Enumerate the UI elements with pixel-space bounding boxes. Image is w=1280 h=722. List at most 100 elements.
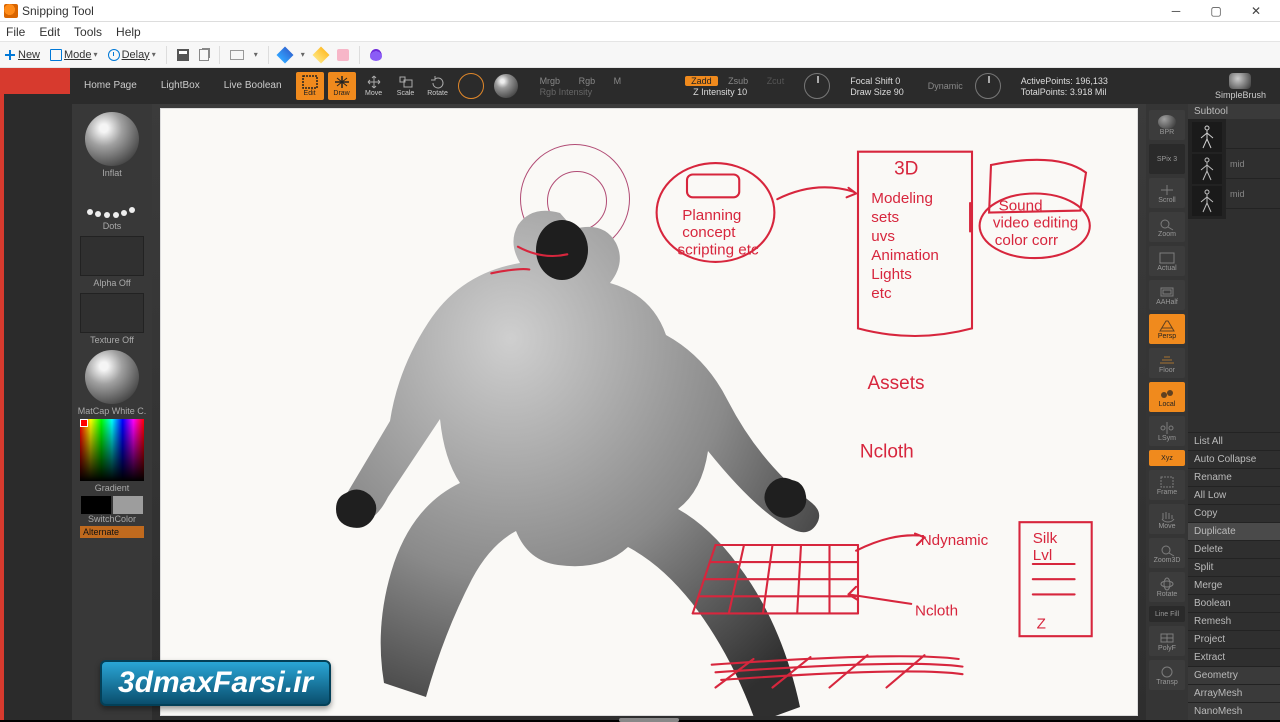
m-toggle[interactable]: M: [606, 76, 630, 86]
chevron-down-icon: ▾: [152, 50, 156, 59]
subtool-row[interactable]: [1226, 119, 1280, 149]
subtool-thumb[interactable]: [1192, 186, 1222, 216]
delete-button[interactable]: Delete: [1188, 540, 1280, 558]
texture-slot[interactable]: Texture Off: [76, 289, 148, 345]
project-button[interactable]: Project: [1188, 630, 1280, 648]
xyz-button[interactable]: Xyz: [1149, 450, 1185, 466]
spix-button[interactable]: SPix 3: [1149, 144, 1185, 174]
canvas-scroll-handle[interactable]: [619, 718, 679, 722]
separator: [166, 46, 167, 64]
subtool-header[interactable]: Subtool: [1188, 104, 1280, 119]
edit-mode-button[interactable]: Edit: [296, 72, 324, 100]
subtool-thumb[interactable]: [1192, 154, 1222, 184]
brush-thumb-icon[interactable]: [1229, 73, 1251, 89]
zadd-toggle[interactable]: Zadd: [685, 76, 718, 86]
floor-button[interactable]: Floor: [1149, 348, 1185, 378]
mrgb-toggle[interactable]: Mrgb: [532, 76, 569, 86]
delay-dropdown[interactable]: Delay ▾: [108, 49, 156, 61]
subtool-thumb[interactable]: [1192, 122, 1222, 152]
pen-icon[interactable]: [276, 46, 293, 63]
actual-button[interactable]: Actual: [1149, 246, 1185, 276]
frame-button[interactable]: Frame: [1149, 470, 1185, 500]
persp-button[interactable]: Persp: [1149, 314, 1185, 344]
alpha-slot[interactable]: Alpha Off: [76, 232, 148, 288]
split-button[interactable]: Split: [1188, 558, 1280, 576]
gizmo-round-icon[interactable]: [458, 73, 484, 99]
live-boolean-button[interactable]: Live Boolean: [212, 68, 294, 104]
merge-button[interactable]: Merge: [1188, 576, 1280, 594]
zcut-toggle[interactable]: Zcut: [759, 76, 793, 86]
close-button[interactable]: ✕: [1236, 0, 1276, 22]
switch-color[interactable]: SwitchColor: [76, 494, 148, 524]
local-button[interactable]: Local: [1149, 382, 1185, 412]
home-page-button[interactable]: Home Page: [72, 68, 149, 104]
copy-button[interactable]: Copy: [1188, 504, 1280, 522]
window-title: Snipping Tool: [22, 4, 94, 18]
polyf-button[interactable]: PolyF: [1149, 626, 1185, 656]
rename-button[interactable]: Rename: [1188, 468, 1280, 486]
minimize-button[interactable]: ─: [1156, 0, 1196, 22]
color-drop-icon[interactable]: [370, 49, 382, 61]
separator: [359, 46, 360, 64]
focal-dial-icon[interactable]: [804, 73, 830, 99]
svg-text:sets: sets: [871, 209, 899, 226]
all-low-button[interactable]: All Low: [1188, 486, 1280, 504]
lsym-button[interactable]: LSym: [1149, 416, 1185, 446]
brush-slot[interactable]: Inflat: [76, 108, 148, 178]
arraymesh-section[interactable]: ArrayMesh: [1188, 684, 1280, 702]
highlighter-icon[interactable]: [312, 46, 329, 63]
list-all-button[interactable]: List All: [1188, 432, 1280, 450]
color-picker[interactable]: Gradient: [76, 417, 148, 493]
dynamic-toggle[interactable]: Dynamic: [920, 81, 971, 91]
mail-icon[interactable]: [230, 50, 244, 60]
transp-button[interactable]: Transp: [1149, 660, 1185, 690]
alternate-button[interactable]: Alternate: [80, 526, 144, 538]
stroke-preview-icon: [85, 183, 139, 219]
zsub-toggle[interactable]: Zsub: [720, 76, 756, 86]
scroll-button[interactable]: Scroll: [1149, 178, 1185, 208]
menu-help[interactable]: Help: [116, 25, 141, 39]
edit-icon: [302, 75, 318, 89]
eraser-icon[interactable]: [337, 49, 349, 61]
material-slot[interactable]: MatCap White C.: [76, 346, 148, 416]
material-preview-icon[interactable]: [494, 74, 518, 98]
watermark: 3dmaxFarsi.ir: [100, 660, 331, 706]
move-mode-button[interactable]: Move: [360, 72, 388, 100]
linefill-button[interactable]: Line Fill: [1149, 606, 1185, 622]
lightbox-button[interactable]: LightBox: [149, 68, 212, 104]
rectangle-icon: [50, 49, 62, 61]
zoom-button[interactable]: Zoom: [1149, 212, 1185, 242]
copy-icon[interactable]: [199, 49, 209, 61]
subtool-row[interactable]: mid: [1226, 179, 1280, 209]
menu-file[interactable]: File: [6, 25, 25, 39]
scale-mode-button[interactable]: Scale: [392, 72, 420, 100]
save-icon[interactable]: [177, 49, 189, 61]
extract-button[interactable]: Extract: [1188, 648, 1280, 666]
boolean-button[interactable]: Boolean: [1188, 594, 1280, 612]
remesh-button[interactable]: Remesh: [1188, 612, 1280, 630]
svg-text:uvs: uvs: [871, 228, 895, 245]
document-canvas[interactable]: Planning concept scripting etc 3D Modeli…: [160, 108, 1138, 716]
rgb-toggle[interactable]: Rgb: [571, 76, 604, 86]
geometry-section[interactable]: Geometry: [1188, 666, 1280, 684]
rotate-mode-button[interactable]: Rotate: [424, 72, 452, 100]
bpr-button[interactable]: BPR: [1149, 110, 1185, 140]
menu-edit[interactable]: Edit: [39, 25, 60, 39]
move3d-button[interactable]: Move: [1149, 504, 1185, 534]
mode-dropdown[interactable]: Mode ▾: [50, 49, 98, 61]
aahalf-button[interactable]: AAHalf: [1149, 280, 1185, 310]
menu-tools[interactable]: Tools: [74, 25, 102, 39]
draw-mode-button[interactable]: Draw: [328, 72, 356, 100]
nanomesh-section[interactable]: NanoMesh: [1188, 702, 1280, 720]
stroke-slot[interactable]: Dots: [76, 179, 148, 231]
chevron-down-icon: ▾: [301, 50, 305, 59]
zoom3d-button[interactable]: Zoom3D: [1149, 538, 1185, 568]
maximize-button[interactable]: ▢: [1196, 0, 1236, 22]
rotate3d-button[interactable]: Rotate: [1149, 572, 1185, 602]
new-snip-button[interactable]: New: [4, 49, 40, 61]
auto-collapse-button[interactable]: Auto Collapse: [1188, 450, 1280, 468]
subtool-row[interactable]: mid: [1226, 149, 1280, 179]
scroll-icon: [1158, 183, 1176, 197]
svg-text:scripting etc: scripting etc: [678, 241, 759, 258]
duplicate-button[interactable]: Duplicate: [1188, 522, 1280, 540]
